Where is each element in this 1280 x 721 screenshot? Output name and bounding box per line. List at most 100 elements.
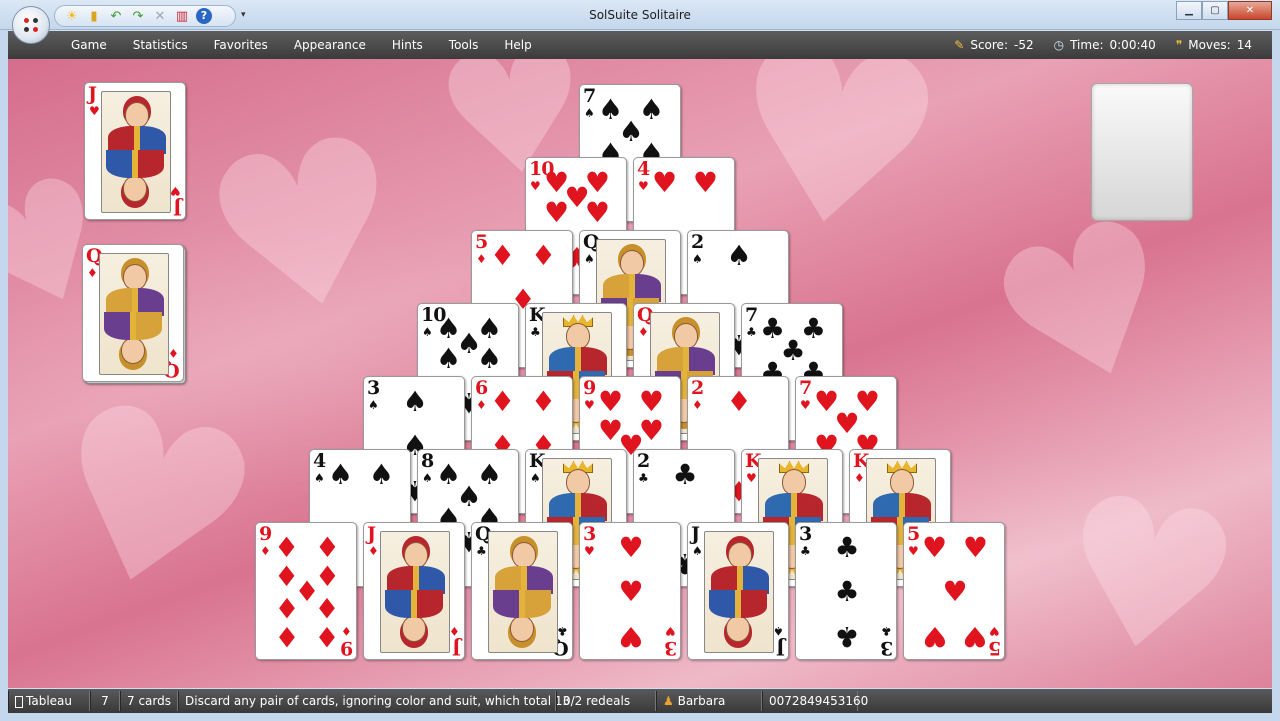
card-pip-icon: ♦ xyxy=(490,238,516,272)
card-rank: 2 xyxy=(637,450,650,472)
waste-pile-card[interactable]: J ♥ J ♥ xyxy=(84,82,186,220)
card-suit-icon: ♠ xyxy=(692,544,703,558)
score-label: Score: xyxy=(970,38,1008,52)
redo-icon[interactable]: ↷ xyxy=(129,7,147,25)
close-button[interactable]: ✕ xyxy=(1228,1,1272,20)
score-icon: ✎ xyxy=(954,38,965,52)
face-card-art xyxy=(101,91,171,213)
statistics-icon[interactable]: ▥ xyxy=(173,7,191,25)
card-pip-icon: ♥ xyxy=(942,575,968,608)
card-pip-icon: ♦ xyxy=(274,591,300,625)
card-pip-icon: ♣ xyxy=(834,575,860,608)
card-rank-bottom: J xyxy=(777,637,785,659)
card-suit-icon: ♥ xyxy=(908,544,919,558)
title-bar: SolSuite Solitaire ☀ ▮ ↶ ↷ ✕ ▥ ? ▾ ▁ ▢ ✕ xyxy=(0,0,1280,30)
window-frame-right xyxy=(1272,30,1280,713)
card-suit-icon: ♣ xyxy=(746,325,757,339)
card-suit-icon: ♥ xyxy=(170,184,181,198)
maximize-button[interactable]: ▢ xyxy=(1202,1,1228,20)
card-suit-icon: ♦ xyxy=(368,544,379,558)
cut-icon[interactable]: ✕ xyxy=(151,7,169,25)
card-pip-icon: ♠ xyxy=(402,384,428,418)
status-hint: Discard any pair of cards, ignoring colo… xyxy=(178,691,570,711)
menu-favorites[interactable]: Favorites xyxy=(201,31,281,59)
card-rank: 7 xyxy=(799,377,812,399)
pyramid-card[interactable]: J ♦ J ♦ xyxy=(363,522,465,660)
pyramid-card[interactable]: 9 ♦ 9 ♦ ♦ ♦ ♦ ♦ ♦ ♦ ♦ ♦ ♦ xyxy=(255,522,357,660)
background-heart-icon: ♥ xyxy=(1039,448,1257,688)
card-suit-icon: ♥ xyxy=(89,104,100,118)
card-suit-icon: ♦ xyxy=(854,471,865,485)
card-suit-icon: ♠ xyxy=(692,252,703,266)
card-pip-icon: ♥ xyxy=(652,165,678,199)
card-pip-icon: ♠ xyxy=(368,457,394,491)
card-suit-icon: ♠ xyxy=(530,471,541,485)
quick-access-toolbar: ☀ ▮ ↶ ↷ ✕ ▥ ? xyxy=(54,5,236,27)
card-rank: 4 xyxy=(313,450,326,472)
time-stat: ◷ Time: 0:00:40 xyxy=(1054,38,1156,52)
pyramid-card[interactable]: J ♠ J ♠ xyxy=(687,522,789,660)
card-rank-bottom: 3 xyxy=(664,637,677,659)
card-suit-icon: ♥ xyxy=(746,471,757,485)
menu-statistics[interactable]: Statistics xyxy=(120,31,201,59)
card-rank: 5 xyxy=(475,231,488,253)
deal-icon[interactable]: ▮ xyxy=(85,7,103,25)
menu-tools[interactable]: Tools xyxy=(436,31,492,59)
help-icon[interactable]: ? xyxy=(195,7,213,25)
status-game-label: Tableau xyxy=(26,694,72,708)
card-pip-icon: ♥ xyxy=(618,575,644,608)
card-pip-icon: ♠ xyxy=(436,342,462,376)
play-area[interactable]: ♥ ♥ ♥ ♥ ♥ ♥ ♥ J♥J♥Q♦Q♦7♠7♠♠♠♠♠♠♠♠10♥10♥♥… xyxy=(8,59,1272,688)
card-suit-icon: ♣ xyxy=(530,325,541,339)
card-rank: 4 xyxy=(637,158,650,180)
card-rank: 7 xyxy=(745,304,758,326)
status-redeals: 0/2 redeals xyxy=(556,691,656,711)
card-pip-icon: ♥ xyxy=(598,384,624,418)
background-heart-icon: ♥ xyxy=(183,83,430,375)
status-count: 7 xyxy=(90,691,120,711)
card-rank-bottom: 5 xyxy=(988,637,1001,659)
pyramid-card[interactable]: 3 ♥ 3 ♥ ♥ ♥ ♥ xyxy=(579,522,681,660)
card-pip-icon: ♥ xyxy=(962,530,988,564)
pyramid-card[interactable]: Q ♣ Q ♣ xyxy=(471,522,573,660)
undo-icon[interactable]: ↶ xyxy=(107,7,125,25)
time-value: 0:00:40 xyxy=(1109,38,1156,52)
menu-help[interactable]: Help xyxy=(491,31,544,59)
score-value: -52 xyxy=(1013,38,1034,52)
card-rank: 9 xyxy=(583,377,596,399)
card-suit-icon: ♥ xyxy=(989,624,1000,638)
status-player-name: Barbara xyxy=(677,694,726,708)
card-rank: J xyxy=(88,83,97,105)
menu-game[interactable]: Game xyxy=(58,31,120,59)
new-game-icon[interactable]: ☀ xyxy=(63,7,81,25)
card-rank: 3 xyxy=(367,377,380,399)
card-suit-icon: ♥ xyxy=(665,624,676,638)
menu-hints[interactable]: Hints xyxy=(379,31,436,59)
card-pip-icon: ♥ xyxy=(922,530,948,564)
card-rank: 5 xyxy=(907,523,920,545)
minimize-button[interactable]: ▁ xyxy=(1176,1,1202,20)
card-pip-icon: ♠ xyxy=(476,342,502,376)
card-pip-icon: ♦ xyxy=(530,384,556,418)
moves-label: Moves: xyxy=(1188,38,1231,52)
card-rank: 7 xyxy=(583,85,596,107)
card-suit-icon: ♣ xyxy=(638,471,649,485)
card-suit-icon: ♠ xyxy=(773,624,784,638)
status-game-number: 0072849453160 xyxy=(762,691,868,711)
status-bar: Tableau 7 7 cards Discard any pair of ca… xyxy=(8,689,1272,713)
game-type-icon xyxy=(15,695,23,708)
customize-toolbar-icon[interactable]: ▾ xyxy=(241,10,246,20)
stock-pile-card[interactable]: Q ♦ Q ♦ xyxy=(82,244,184,382)
pyramid-card[interactable]: 3 ♣ 3 ♣ ♣ ♣ ♣ xyxy=(795,522,897,660)
card-pip-icon: ♣ xyxy=(834,620,860,654)
card-suit-icon: ♦ xyxy=(341,624,352,638)
pyramid-card[interactable]: 5 ♥ 5 ♥ ♥ ♥ ♥ ♥ ♥ xyxy=(903,522,1005,660)
card-suit-icon: ♣ xyxy=(476,544,487,558)
foundation-slot[interactable] xyxy=(1091,83,1193,221)
card-suit-icon: ♦ xyxy=(692,398,703,412)
menu-appearance[interactable]: Appearance xyxy=(281,31,379,59)
card-pip-icon: ♦ xyxy=(530,238,556,272)
app-menu-button[interactable] xyxy=(12,6,50,44)
card-rank: 3 xyxy=(583,523,596,545)
status-player: ♟ Barbara xyxy=(656,691,762,711)
